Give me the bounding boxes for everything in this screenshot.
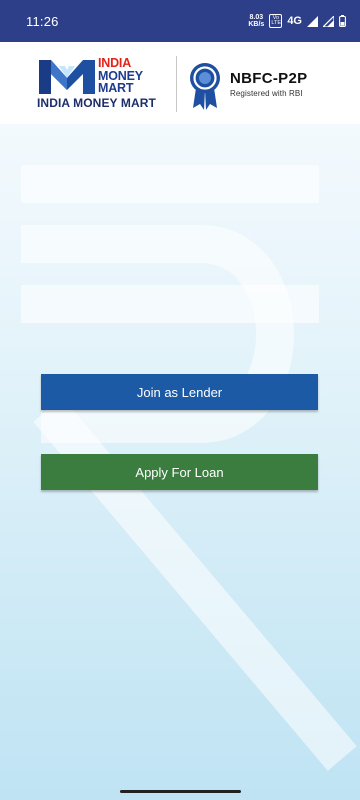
nbfc-subtitle: Registered with RBI — [230, 89, 303, 98]
status-time: 11:26 — [26, 13, 59, 29]
logo-m-icon — [37, 56, 97, 101]
logo-wordmark: INDIA MONEY MART — [98, 57, 143, 95]
logo-word-mart: MART — [98, 81, 134, 95]
status-icons: 8.03 KB/s Vo LTE 4G — [248, 14, 346, 28]
volte-line2: LTE — [271, 20, 281, 26]
signal-icon-secondary — [323, 15, 334, 27]
logo-word-india: INDIA — [98, 56, 132, 70]
rbi-badge-icon — [189, 62, 221, 115]
india-money-mart-logo: INDIA MONEY MART INDIA MONEY MART — [37, 54, 175, 110]
status-bar: 11:26 8.03 KB/s Vo LTE 4G — [0, 0, 360, 42]
home-gesture-handle[interactable] — [120, 790, 241, 793]
logo-caption: INDIA MONEY MART — [37, 96, 156, 110]
network-type: 4G — [287, 15, 302, 27]
apply-for-loan-button[interactable]: Apply For Loan — [41, 454, 318, 490]
network-speed: 8.03 KB/s — [248, 14, 264, 28]
battery-icon — [339, 15, 346, 27]
app-header: INDIA MONEY MART INDIA MONEY MART NBFC-P… — [0, 42, 360, 124]
header-divider — [176, 56, 177, 112]
network-speed-unit: KB/s — [248, 21, 265, 28]
volte-icon: Vo LTE — [269, 14, 283, 28]
network-speed-value: 8.03 — [249, 14, 264, 21]
join-as-lender-button[interactable]: Join as Lender — [41, 374, 318, 410]
signal-icon — [307, 15, 318, 27]
nbfc-title: NBFC-P2P — [230, 70, 308, 87]
